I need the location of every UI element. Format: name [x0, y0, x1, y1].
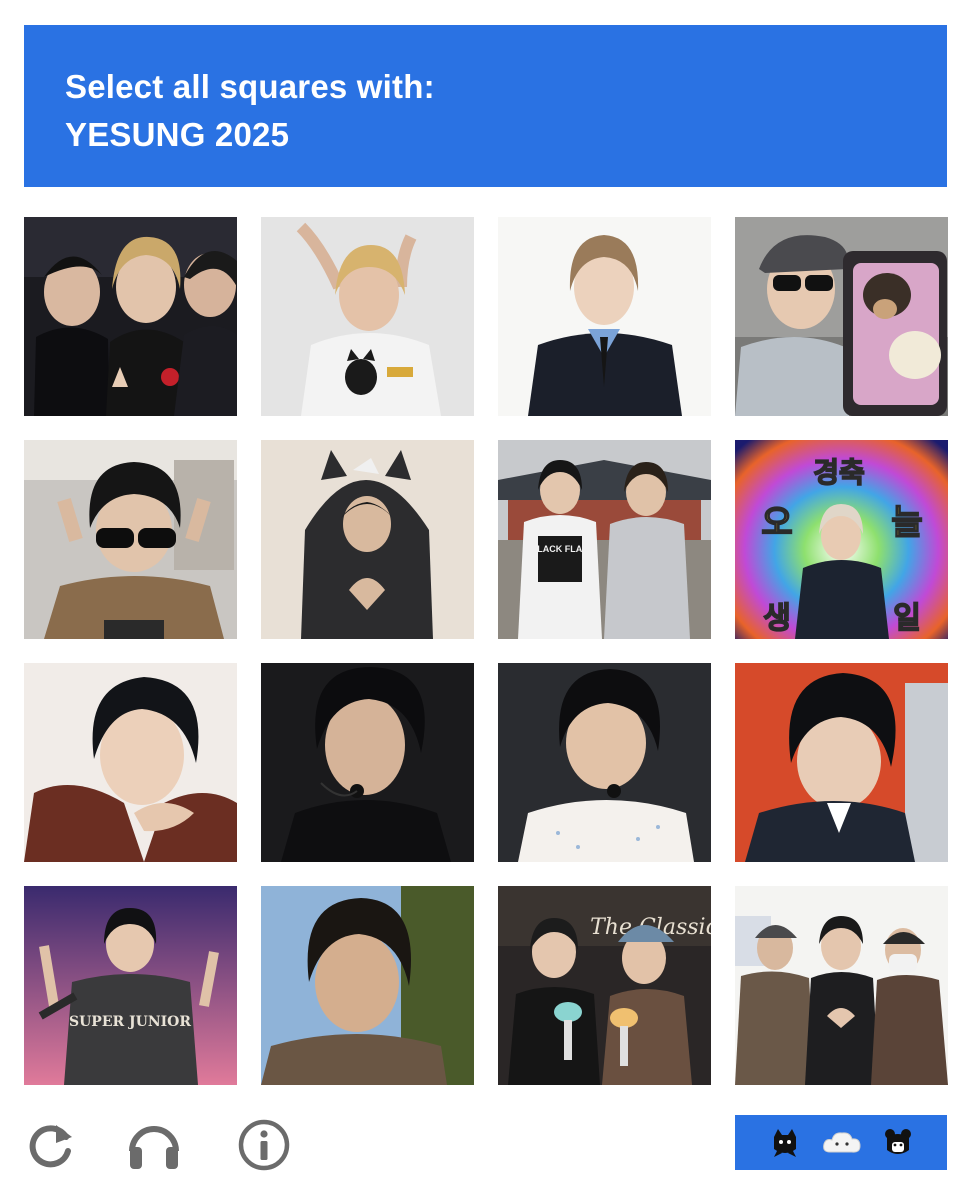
tile-4[interactable] — [735, 217, 948, 416]
tile-12[interactable] — [735, 663, 948, 862]
bear-mascot-icon — [885, 1128, 911, 1154]
reload-button[interactable] — [22, 1117, 78, 1173]
tile-1[interactable] — [24, 217, 237, 416]
tile-2[interactable] — [261, 217, 474, 416]
reload-icon — [29, 1125, 72, 1168]
t8-top-text: 경축 — [813, 456, 865, 489]
cat-mascot-icon — [774, 1128, 796, 1157]
tile-9[interactable] — [24, 663, 237, 862]
tile-11[interactable] — [498, 663, 711, 862]
tile-15[interactable]: The Classic — [498, 886, 711, 1085]
t8-bot-left-text: 생 — [763, 601, 791, 636]
headphones-icon — [129, 1126, 179, 1169]
tile-16[interactable] — [735, 886, 948, 1085]
t8-mid-right-text: 늘 — [891, 503, 922, 543]
prompt-instruction: Select all squares with: — [65, 68, 435, 105]
audio-button[interactable] — [126, 1117, 182, 1173]
tile-6[interactable] — [261, 440, 474, 639]
t7-shirt-text: BLACK FLAG — [531, 544, 590, 554]
captcha-logo — [735, 1115, 947, 1170]
tile-10[interactable] — [261, 663, 474, 862]
image-grid: BLACK FLAG 경축 오 늘 생 일 SUPER JUNIOR The C… — [24, 217, 948, 1085]
tile-14[interactable] — [261, 886, 474, 1085]
t13-shirt-text: SUPER JUNIOR — [69, 1014, 191, 1030]
tile-13[interactable]: SUPER JUNIOR — [24, 886, 237, 1085]
info-icon — [238, 1119, 290, 1171]
t8-mid-left-text: 오 — [761, 503, 792, 543]
tile-3[interactable] — [498, 217, 711, 416]
captcha-header: Select all squares with: YESUNG 2025 — [24, 25, 947, 187]
info-button[interactable] — [236, 1117, 292, 1173]
tile-7[interactable]: BLACK FLAG — [498, 440, 711, 639]
prompt-target: YESUNG 2025 — [65, 116, 290, 153]
t8-bot-right-text: 일 — [893, 601, 921, 636]
tile-8[interactable]: 경축 오 늘 생 일 — [735, 440, 948, 639]
tile-5[interactable] — [24, 440, 237, 639]
cloud-mascot-icon — [823, 1131, 861, 1153]
